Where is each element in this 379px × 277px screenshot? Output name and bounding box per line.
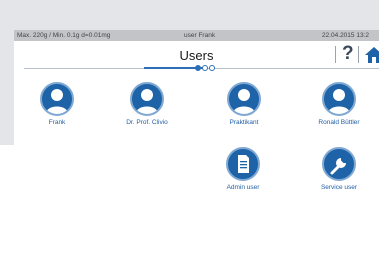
admin-user-button[interactable]: Admin user [203,147,283,191]
title-bar: Users ? [14,41,379,71]
user-icon [227,82,261,116]
user-label: Ronald Büttler [318,119,360,126]
user-label: Praktikant [229,119,259,126]
page-dot-3 [209,65,215,71]
separator [335,46,336,63]
date-time: 22.04.2015 13:2 [322,32,369,39]
page-indicator [195,65,216,83]
user-tile-praktikant[interactable]: Praktikant [204,82,284,126]
page-dot-1 [195,65,201,71]
page-title: Users [179,48,214,63]
action-label: Admin user [226,184,260,191]
wrench-icon [322,147,356,181]
separator [358,46,359,63]
document-icon [226,147,260,181]
help-button[interactable]: ? [342,43,354,65]
user-tile-frank[interactable]: Frank [17,82,97,126]
current-user: user Frank [184,32,216,39]
home-icon [365,47,379,63]
capacity-info: Max. 220g / Min. 0.1g d=0.01mg [17,32,111,39]
service-user-button[interactable]: Service user [299,147,379,191]
action-label: Service user [320,184,358,191]
user-icon [40,82,74,116]
user-icon [130,82,164,116]
user-label: Dr. Prof. Clivio [126,119,168,126]
user-icon [322,82,356,116]
home-button[interactable] [364,46,379,64]
status-bar: Max. 220g / Min. 0.1g d=0.01mg user Fran… [14,30,379,41]
page-dot-2 [202,65,208,71]
user-label: Frank [48,119,66,126]
terminal-screen: Max. 220g / Min. 0.1g d=0.01mg user Fran… [14,30,379,145]
user-tile-ronald-buettler[interactable]: Ronald Büttler [299,82,379,126]
user-tile-dr-prof-clivio[interactable]: Dr. Prof. Clivio [107,82,187,126]
